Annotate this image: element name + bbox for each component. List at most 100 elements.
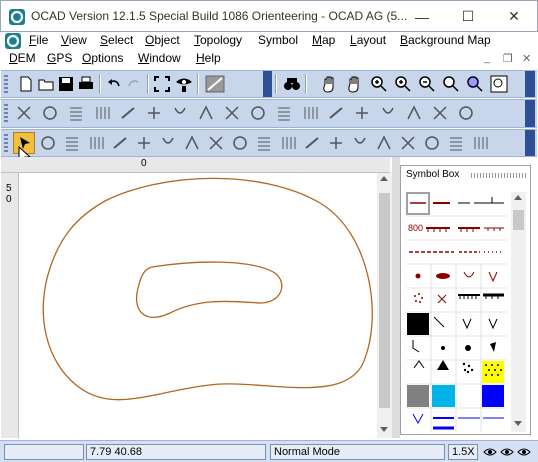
hand-icon[interactable] [321, 75, 339, 93]
merge-icon[interactable] [223, 104, 241, 122]
measure-icon[interactable] [379, 104, 397, 122]
symbol-box-scrollbar[interactable] [511, 192, 526, 432]
join-icon[interactable] [327, 104, 345, 122]
menu-background-map[interactable]: Background Map [400, 33, 491, 47]
scissors-icon[interactable] [231, 134, 249, 152]
open-folder-icon[interactable] [37, 75, 55, 93]
freehand-icon[interactable] [423, 134, 441, 152]
toolbar-overflow-button[interactable] [525, 130, 535, 156]
scroll-up-arrow-icon[interactable] [514, 195, 522, 200]
symbol-box-header[interactable]: Symbol Box [401, 166, 530, 186]
zoom-fit-icon[interactable] [442, 75, 460, 93]
menu-select[interactable]: Select [100, 33, 133, 47]
circle-icon[interactable] [399, 134, 417, 152]
scroll-up-arrow-icon[interactable] [380, 176, 388, 181]
scrollbar-thumb[interactable] [513, 210, 524, 230]
mdi-restore-button[interactable]: ❐ [503, 52, 513, 65]
snap-icon[interactable] [145, 104, 163, 122]
symbol-grid[interactable]: 800 [406, 192, 507, 432]
lines-icon[interactable] [119, 104, 137, 122]
print-icon[interactable] [77, 75, 95, 93]
mdi-minimize-button[interactable]: _ [484, 52, 490, 64]
dash-point-icon[interactable] [159, 134, 177, 152]
menu-options[interactable]: Options [82, 51, 123, 65]
align-icon[interactable] [67, 104, 85, 122]
reverse-icon[interactable] [275, 104, 293, 122]
split-icon[interactable] [249, 104, 267, 122]
edit-point-icon[interactable] [39, 134, 57, 152]
rotate-icon[interactable] [207, 134, 225, 152]
fill-mode-icon[interactable] [205, 75, 225, 93]
toolbar-overflow-button[interactable] [525, 100, 535, 127]
add-vertex-icon[interactable] [87, 134, 105, 152]
toolbar-grip[interactable] [4, 134, 8, 152]
scrollbar-thumb[interactable] [379, 193, 390, 408]
vertical-scrollbar[interactable] [377, 173, 392, 438]
binoculars-icon[interactable] [283, 75, 301, 93]
distribute-icon[interactable] [93, 104, 111, 122]
scissors-cross-icon[interactable] [255, 134, 273, 152]
zoom-out-icon[interactable] [418, 75, 436, 93]
menu-map[interactable]: Map [312, 33, 335, 47]
menu-symbol[interactable]: Symbol [258, 33, 298, 47]
maximize-button[interactable]: ☐ [445, 1, 491, 32]
new-file-icon[interactable] [17, 75, 35, 93]
menu-view[interactable]: View [61, 33, 87, 47]
undo-icon[interactable] [105, 75, 123, 93]
map-canvas[interactable] [20, 173, 377, 438]
close-button[interactable]: ✕ [491, 1, 537, 32]
zoom-in-icon[interactable] [370, 75, 388, 93]
panel-grip[interactable] [471, 173, 526, 178]
stretch-icon[interactable] [303, 134, 321, 152]
arrow-icon[interactable] [457, 104, 475, 122]
move-icon[interactable] [327, 134, 345, 152]
scroll-down-arrow-icon[interactable] [514, 421, 522, 426]
eraser-icon[interactable] [405, 104, 423, 122]
menu-help[interactable]: Help [196, 51, 221, 65]
fill-icon[interactable] [353, 104, 371, 122]
menu-object[interactable]: Object [145, 33, 180, 47]
scroll-down-arrow-icon[interactable] [380, 427, 388, 432]
x-cut-icon[interactable] [279, 134, 297, 152]
menu-file[interactable]: File [29, 33, 48, 47]
corner-icon[interactable] [135, 134, 153, 152]
ellipse-icon[interactable] [375, 134, 393, 152]
title-bar: OCAD Version 12.1.5 Special Build 1086 O… [0, 0, 538, 32]
menu-gps[interactable]: GPS [47, 51, 72, 65]
toolbar-grip[interactable] [4, 75, 8, 93]
cut-icon[interactable] [183, 134, 201, 152]
symbol-line-brown [433, 197, 504, 204]
dash-icon[interactable] [431, 104, 449, 122]
minimize-button[interactable]: — [399, 1, 445, 32]
redo-icon[interactable] [125, 75, 143, 93]
toolbar-grip[interactable] [4, 104, 8, 122]
hand-move-icon[interactable] [346, 75, 364, 93]
crop-icon[interactable] [171, 104, 189, 122]
zoom-previous-icon[interactable] [466, 75, 484, 93]
zoom-selection-icon[interactable] [490, 75, 508, 93]
zoom-in-page-icon[interactable] [394, 75, 412, 93]
toolbar-overflow-button[interactable] [525, 71, 535, 97]
menu-topology[interactable]: Topology [194, 33, 242, 47]
smooth-icon[interactable] [41, 104, 59, 122]
delete-vertex-icon[interactable] [111, 134, 129, 152]
view-mode-eye-icons[interactable] [482, 445, 534, 459]
save-icon[interactable] [57, 75, 75, 93]
map-drawing[interactable] [20, 173, 377, 438]
menu-window[interactable]: Window [138, 51, 181, 65]
document-icon[interactable] [5, 33, 21, 49]
fullscreen-icon[interactable] [153, 75, 171, 93]
cut-hole-icon[interactable] [15, 104, 33, 122]
curve-icon[interactable] [301, 104, 319, 122]
rectangle-line-icon[interactable] [471, 134, 489, 152]
panel-splitter[interactable] [392, 157, 400, 438]
parallel-icon[interactable] [197, 104, 215, 122]
view-eye-icon[interactable] [175, 75, 193, 93]
toolbar-overflow-button[interactable] [263, 71, 272, 97]
mdi-close-button[interactable]: ✕ [522, 52, 531, 65]
step-line-icon[interactable] [447, 134, 465, 152]
menu-layout[interactable]: Layout [350, 33, 386, 47]
lasso-icon[interactable] [63, 134, 81, 152]
menu-dem[interactable]: DEM [9, 51, 36, 65]
line-icon[interactable] [351, 134, 369, 152]
